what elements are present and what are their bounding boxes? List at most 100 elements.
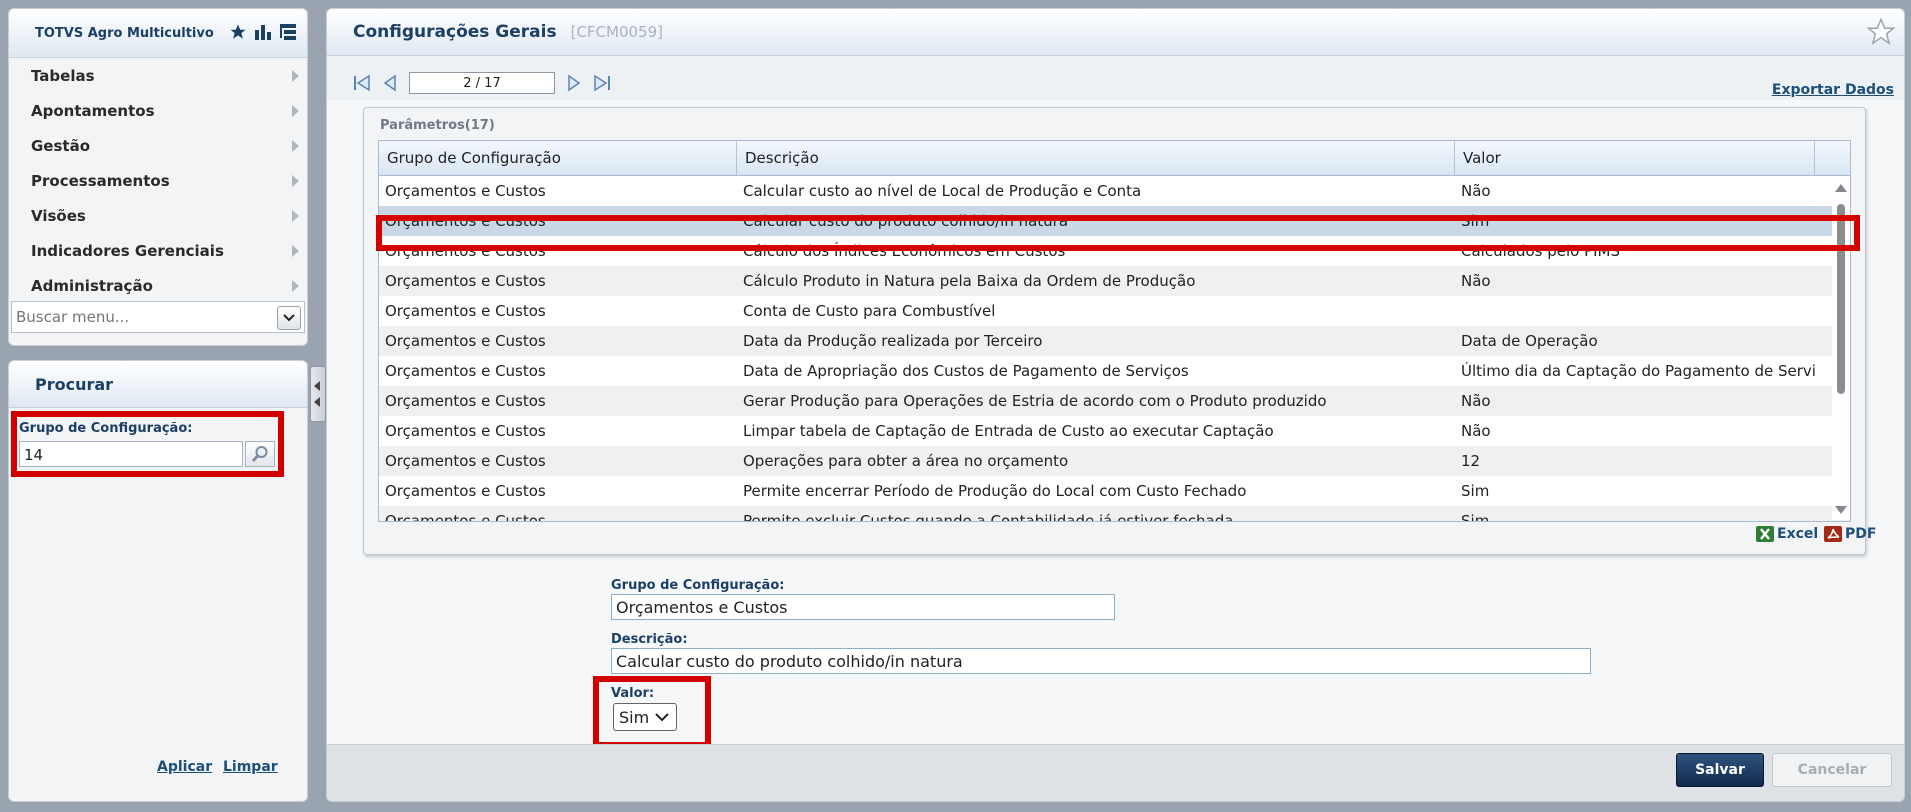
cell-valor: Sim	[1461, 512, 1490, 522]
cell-grupo: Orçamentos e Custos	[385, 422, 546, 440]
table-row[interactable]: Orçamentos e Custos Data de Apropriação d…	[379, 356, 1850, 386]
chevron-down-icon[interactable]	[277, 306, 301, 330]
table-row[interactable]: Orçamentos e Custos Data da Produção real…	[379, 326, 1850, 356]
main-content-panel: Configurações Gerais [CFCM0059] 2 / 17 E…	[326, 8, 1905, 802]
save-button[interactable]: Salvar	[1676, 753, 1764, 787]
cell-grupo: Orçamentos e Custos	[385, 482, 546, 500]
group-filter-label: Grupo de Configuração:	[19, 421, 193, 436]
app-header: TOTVS Agro Multicultivo	[9, 9, 307, 58]
cell-descricao: Operações para obter a área no orçamento	[743, 452, 1069, 470]
menu-item-label: Tabelas	[31, 66, 95, 85]
menu-item-tabelas[interactable]: Tabelas	[9, 58, 307, 93]
excel-label: Excel	[1777, 526, 1819, 542]
cell-descricao: Permite excluir Custos quando a Contabil…	[743, 512, 1234, 522]
first-page-icon[interactable]	[353, 74, 371, 96]
export-excel-link[interactable]: Excel	[1756, 526, 1818, 542]
pdf-icon	[1824, 526, 1842, 542]
cell-descricao: Permite encerrar Período de Produção do …	[743, 482, 1247, 500]
menu-item-processamentos[interactable]: Processamentos	[9, 163, 307, 198]
cell-grupo: Orçamentos e Custos	[385, 332, 546, 350]
cell-valor: Não	[1461, 272, 1491, 290]
excel-icon	[1756, 526, 1774, 542]
table-row[interactable]: Orçamentos e Custos Limpar tabela de Capt…	[379, 416, 1850, 446]
bar-chart-icon[interactable]	[254, 23, 272, 41]
app-title: TOTVS Agro Multicultivo	[35, 25, 214, 41]
chevron-down-icon	[655, 713, 669, 722]
cancel-button[interactable]: Cancelar	[1772, 753, 1892, 787]
cell-grupo: Orçamentos e Custos	[385, 392, 546, 410]
cell-grupo: Orçamentos e Custos	[385, 512, 546, 522]
chevron-right-icon	[292, 70, 299, 82]
collapse-sidebar-handle[interactable]	[310, 366, 326, 422]
last-page-icon[interactable]	[593, 74, 611, 96]
chevron-left-icon	[314, 397, 320, 407]
cell-descricao: Cálculo Produto in Natura pela Baixa da …	[743, 272, 1196, 290]
table-row[interactable]: Orçamentos e Custos Permite excluir Custo…	[379, 506, 1850, 522]
menu-item-visoes[interactable]: Visões	[9, 198, 307, 233]
menu-item-label: Visões	[31, 206, 86, 225]
export-data-link[interactable]: Exportar Dados	[1772, 82, 1894, 98]
export-pdf-link[interactable]: PDF	[1824, 526, 1876, 542]
menu-item-indicadores[interactable]: Indicadores Gerenciais	[9, 233, 307, 268]
menu-item-label: Indicadores Gerenciais	[31, 241, 224, 260]
clear-link[interactable]: Limpar	[223, 759, 278, 775]
chevron-right-icon	[292, 280, 299, 292]
chevron-right-icon	[292, 245, 299, 257]
chevron-right-icon	[292, 140, 299, 152]
main-menu-panel: TOTVS Agro Multicultivo Tabelas Apontame…	[8, 8, 308, 346]
pdf-label: PDF	[1845, 526, 1877, 542]
menu-item-label: Processamentos	[31, 171, 170, 190]
magnifier-icon[interactable]	[245, 441, 275, 467]
previous-page-icon[interactable]	[383, 74, 397, 96]
page-code: [CFCM0059]	[570, 23, 663, 41]
page-header: Configurações Gerais [CFCM0059]	[327, 9, 1904, 56]
menu-item-administracao[interactable]: Administração	[9, 268, 307, 303]
form-description-input[interactable]: Calcular custo do produto colhido/in nat…	[611, 648, 1591, 674]
search-panel-title: Procurar	[9, 361, 307, 408]
form-group-label: Grupo de Configuração:	[611, 578, 785, 593]
group-filter-input[interactable]: 14	[19, 441, 243, 467]
form-description-label: Descrição:	[611, 632, 688, 647]
favorites-star-icon[interactable]	[229, 23, 247, 41]
form-group-input[interactable]: Orçamentos e Custos	[611, 594, 1115, 620]
column-header-valor[interactable]: Valor	[1455, 141, 1815, 175]
tree-list-icon[interactable]	[279, 23, 297, 41]
column-header-descricao[interactable]: Descrição	[737, 141, 1455, 175]
cell-descricao: Data de Apropriação dos Custos de Pagame…	[743, 362, 1189, 380]
chevron-right-icon	[292, 105, 299, 117]
cell-descricao: Data da Produção realizada por Terceiro	[743, 332, 1043, 350]
cell-valor: 12	[1461, 452, 1481, 470]
next-page-icon[interactable]	[567, 74, 581, 96]
page-title: Configurações Gerais	[353, 22, 557, 42]
favorite-star-icon[interactable]	[1866, 17, 1896, 51]
cell-grupo: Orçamentos e Custos	[385, 182, 546, 200]
apply-link[interactable]: Aplicar	[157, 759, 212, 775]
table-row[interactable]: Orçamentos e Custos Calcular custo ao nív…	[379, 176, 1850, 206]
menu-search-input[interactable]	[12, 307, 273, 327]
menu-item-label: Administração	[31, 276, 153, 295]
table-row[interactable]: Orçamentos e Custos Permite encerrar Perí…	[379, 476, 1850, 506]
menu-item-gestao[interactable]: Gestão	[9, 128, 307, 163]
table-row[interactable]: Orçamentos e Custos Operações para obter …	[379, 446, 1850, 476]
cell-valor: Data de Operação	[1461, 332, 1598, 350]
table-row[interactable]: Orçamentos e Custos Gerar Produção para O…	[379, 386, 1850, 416]
table-header: Grupo de Configuração Descrição Valor	[379, 141, 1850, 176]
table-row[interactable]: Orçamentos e Custos Cálculo Produto in Na…	[379, 266, 1850, 296]
form-value-select[interactable]: Sim	[613, 703, 677, 731]
cell-descricao: Limpar tabela de Captação de Entrada de …	[743, 422, 1274, 440]
cell-valor: Sim	[1461, 482, 1490, 500]
scroll-down-icon[interactable]	[1835, 506, 1847, 514]
cell-valor: Não	[1461, 392, 1491, 410]
cell-descricao: Conta de Custo para Combustível	[743, 302, 996, 320]
search-filter-panel: Procurar Grupo de Configuração: 14 Aplic…	[8, 360, 308, 802]
chevron-right-icon	[292, 210, 299, 222]
cell-grupo: Orçamentos e Custos	[385, 302, 546, 320]
menu-item-apontamentos[interactable]: Apontamentos	[9, 93, 307, 128]
page-indicator-input[interactable]: 2 / 17	[409, 72, 555, 94]
table-row[interactable]: Orçamentos e Custos Conta de Custo para C…	[379, 296, 1850, 326]
cell-valor: Não	[1461, 422, 1491, 440]
column-header-grupo[interactable]: Grupo de Configuração	[379, 141, 737, 175]
scroll-up-icon[interactable]	[1835, 184, 1847, 192]
parameters-table: Grupo de Configuração Descrição Valor Or…	[378, 140, 1851, 522]
menu-item-label: Apontamentos	[31, 101, 155, 120]
